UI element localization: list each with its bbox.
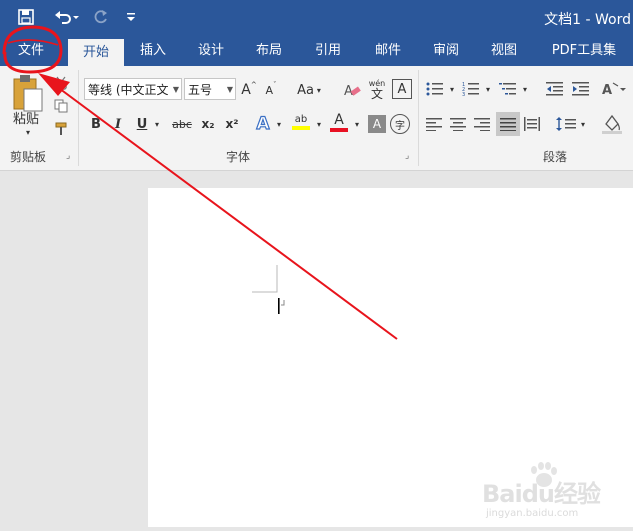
- text-cursor: [278, 298, 280, 314]
- numbering-icon[interactable]: 123: [460, 78, 482, 100]
- font-color-button[interactable]: A: [328, 110, 350, 134]
- font-name-value: 等线 (中文正文: [88, 83, 169, 97]
- tab-review[interactable]: 审阅: [420, 36, 472, 66]
- align-center-icon[interactable]: [448, 114, 468, 134]
- font-name-select[interactable]: 等线 (中文正文 ▼: [84, 78, 182, 100]
- caret-down-icon: ˇ: [273, 81, 277, 89]
- highlight-glyph: ab: [294, 114, 308, 125]
- undo-icon[interactable]: [52, 6, 82, 28]
- character-border-button[interactable]: A: [392, 79, 412, 99]
- font-size-value: 五号: [188, 83, 213, 97]
- line-spacing-icon[interactable]: [554, 114, 578, 134]
- align-right-icon[interactable]: [472, 114, 492, 134]
- tab-layout[interactable]: 布局: [244, 36, 294, 66]
- font-size-select[interactable]: 五号 ▼: [184, 78, 236, 100]
- change-case-button[interactable]: Aa ▾: [292, 80, 326, 100]
- change-case-glyph: Aa: [297, 82, 314, 98]
- distributed-icon[interactable]: [522, 114, 542, 134]
- ribbon-tabs: 文件 开始 插入 设计 布局 引用 邮件 审阅 视图 PDF工具集: [0, 36, 633, 66]
- shrink-font-glyph: A: [265, 83, 274, 97]
- watermark-brand: Baidu经验: [482, 480, 601, 508]
- title-bar: 文档1 - Word: [0, 0, 633, 36]
- superscript-button[interactable]: x²: [222, 114, 242, 134]
- tab-pdf-tools[interactable]: PDF工具集: [540, 36, 628, 66]
- clipboard-launcher-icon[interactable]: ⌟: [66, 152, 75, 161]
- multilevel-list-icon[interactable]: [497, 78, 519, 100]
- tab-mailings[interactable]: 邮件: [362, 36, 414, 66]
- paragraph-mark-icon: [281, 300, 285, 306]
- chevron-down-icon: ▾: [316, 85, 321, 95]
- tab-file[interactable]: 文件: [6, 36, 56, 66]
- format-painter-icon[interactable]: [52, 120, 70, 138]
- paste-label[interactable]: 粘贴: [9, 108, 43, 127]
- customize-qat-icon[interactable]: [124, 6, 138, 28]
- font-color-bar: [330, 128, 348, 132]
- font-group-label: 字体: [226, 150, 251, 164]
- window-title: 文档1 - Word: [544, 12, 631, 28]
- highlight-color-bar: [292, 126, 310, 130]
- chevron-down-icon[interactable]: ▾: [274, 114, 284, 134]
- chevron-down-icon: ▼: [172, 85, 179, 94]
- copy-icon[interactable]: [52, 97, 70, 115]
- font-color-glyph: A: [334, 112, 344, 128]
- margin-corner-mark: [252, 265, 278, 293]
- group-divider: [78, 70, 79, 166]
- chevron-down-icon[interactable]: ▾: [314, 114, 324, 134]
- save-icon[interactable]: [14, 6, 38, 28]
- svg-text:A: A: [602, 83, 612, 97]
- watermark-url: jingyan.baidu.com: [486, 508, 579, 519]
- chevron-down-icon[interactable]: ▾: [483, 80, 493, 98]
- ribbon-home: 粘贴 ▾ 剪贴板 ⌟ 等线 (中文正文 ▼ 五号 ▼ A ^ Aˇ Aa ▾ A w…: [0, 66, 633, 171]
- font-launcher-icon[interactable]: ⌟: [405, 152, 414, 161]
- increase-indent-icon[interactable]: [570, 78, 592, 100]
- justify-icon[interactable]: [496, 112, 520, 136]
- bold-button[interactable]: B: [88, 114, 104, 134]
- clear-formatting-icon[interactable]: A: [342, 79, 362, 101]
- asian-layout-icon[interactable]: A: [600, 78, 628, 100]
- subscript-button[interactable]: x₂: [198, 114, 218, 134]
- chevron-down-icon[interactable]: ▾: [152, 114, 162, 134]
- chevron-down-icon[interactable]: ▾: [447, 80, 457, 98]
- phonetic-bottom: 文: [370, 87, 383, 101]
- bullets-icon[interactable]: [424, 78, 446, 100]
- chevron-down-icon[interactable]: ▾: [352, 114, 362, 134]
- chevron-down-icon[interactable]: ▾: [520, 80, 530, 98]
- chevron-down-icon: ▼: [226, 85, 233, 94]
- underline-button[interactable]: U: [134, 114, 150, 134]
- tab-references[interactable]: 引用: [302, 36, 354, 66]
- caret-up-icon: ^: [250, 81, 257, 89]
- tab-home[interactable]: 开始: [68, 39, 124, 66]
- paste-dropdown-icon[interactable]: ▾: [22, 126, 34, 138]
- paragraph-group-label: 段落: [543, 150, 568, 164]
- character-shading-button[interactable]: A: [368, 115, 386, 133]
- grow-font-glyph: A: [241, 82, 251, 98]
- align-left-icon[interactable]: [424, 114, 444, 134]
- shrink-font-button[interactable]: Aˇ: [262, 80, 280, 100]
- highlight-color-button[interactable]: ab: [290, 110, 312, 134]
- cut-icon[interactable]: [52, 74, 70, 92]
- phonetic-guide-button[interactable]: wén 文: [366, 76, 388, 102]
- redo-icon[interactable]: [90, 6, 112, 28]
- baidu-watermark: Baidu经验 jingyan.baidu.com: [482, 462, 612, 522]
- chevron-down-icon[interactable]: ▾: [578, 115, 588, 133]
- decrease-indent-icon[interactable]: [544, 78, 566, 100]
- svg-text:3: 3: [462, 92, 465, 97]
- enclose-characters-button[interactable]: 字: [390, 114, 410, 134]
- strikethrough-button[interactable]: abc: [170, 114, 194, 134]
- group-divider: [418, 70, 419, 166]
- tab-insert[interactable]: 插入: [128, 36, 178, 66]
- clipboard-group-label: 剪贴板: [10, 150, 47, 164]
- italic-button[interactable]: I: [110, 114, 126, 134]
- tab-view[interactable]: 视图: [478, 36, 530, 66]
- grow-font-button[interactable]: A ^: [240, 80, 258, 100]
- shading-icon[interactable]: [600, 112, 628, 136]
- tab-design[interactable]: 设计: [186, 36, 236, 66]
- text-effects-button[interactable]: A: [254, 113, 272, 135]
